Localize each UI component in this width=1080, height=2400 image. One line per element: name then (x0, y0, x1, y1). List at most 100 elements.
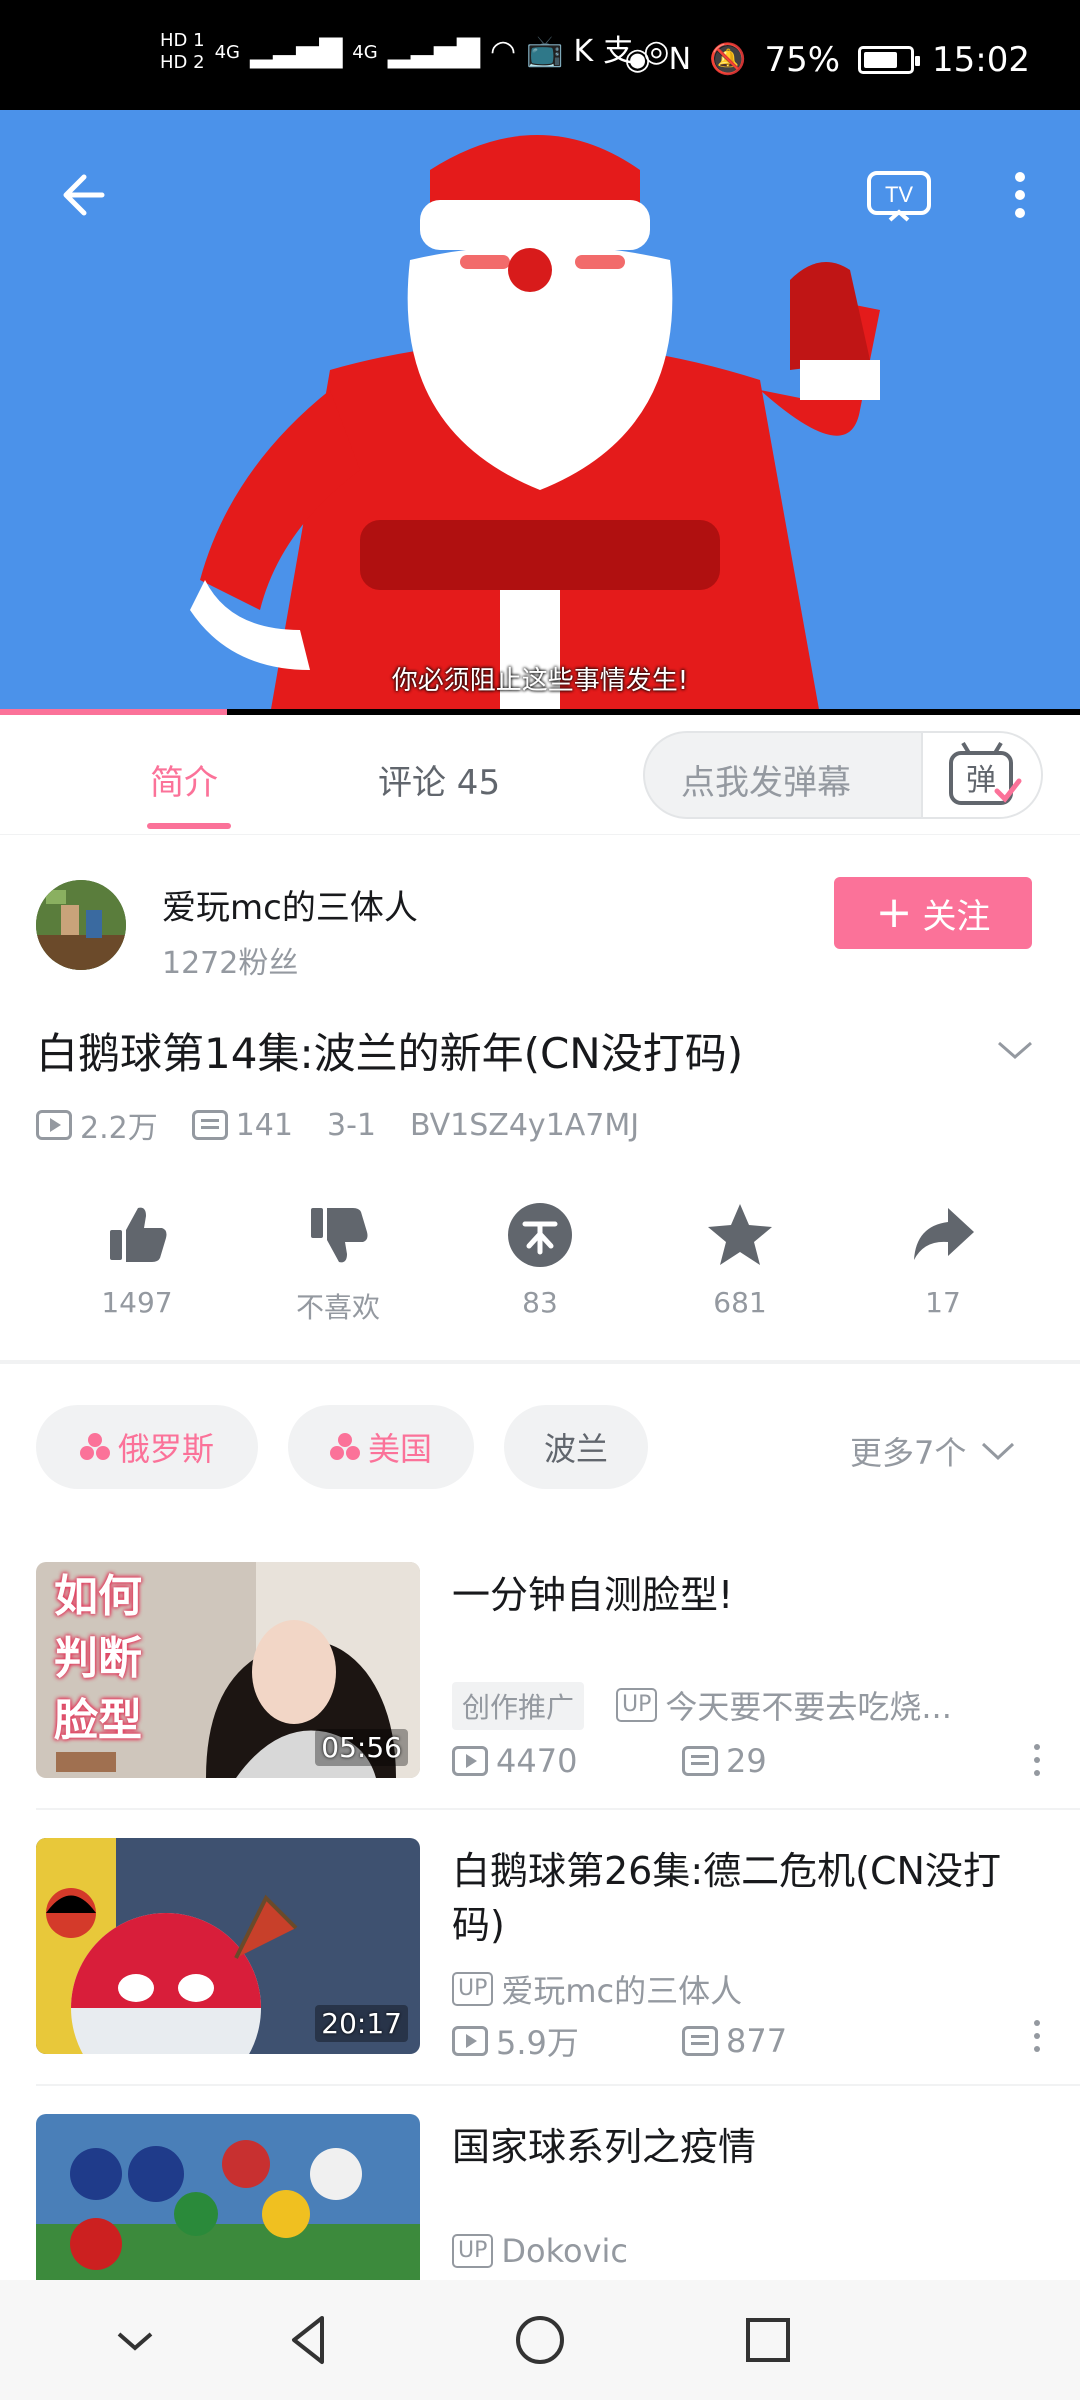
thumbnail-line-2: 判断 (54, 1633, 142, 1684)
star-icon (708, 1204, 772, 1265)
signal-icon: ▂▃▅▇ (249, 34, 343, 69)
share-arrow-icon (914, 1208, 974, 1260)
video-player[interactable]: 你必须阻止这些事情发生! TV (0, 110, 1080, 715)
hot-tag-icon (329, 1433, 360, 1461)
list-divider (36, 1808, 1080, 1810)
favorite-button[interactable]: 681 (670, 1200, 810, 1319)
coin-button[interactable]: 83 (470, 1200, 610, 1319)
mute-icon: 🔕 (709, 42, 747, 77)
danmaku-count: 29 (682, 1742, 912, 1780)
more-tags-label: 更多7个 (850, 1434, 967, 1472)
dislike-button[interactable]: 不喜欢 (268, 1200, 408, 1326)
recommended-video[interactable]: 如何 判断 脸型 05:56 一分钟自测脸型! 创作推广 UP 今天要不要去吃烧… (36, 1562, 1044, 1780)
thumbs-down-icon (311, 1208, 368, 1263)
recommended-video[interactable]: 20:17 白鹅球第26集:德二危机(CN没打码) UP 爱玩mc的三体人 5.… (36, 1838, 1044, 2062)
system-nav-bar (0, 2280, 1080, 2400)
uploader-fans: 1272粉丝 (162, 946, 299, 981)
battery-icon (858, 46, 921, 74)
tab-active-indicator (147, 823, 231, 829)
promo-badge: 创作推广 (452, 1682, 585, 1730)
uploader-name: 爱玩mc的三体人 (501, 1972, 743, 2010)
video-title: 白鹅球第14集:波兰的新年(CN没打码) (36, 1029, 744, 1078)
view-count: 5.9万 (452, 2018, 682, 2064)
sim2-label: HD 2 (160, 52, 205, 73)
home-circle-icon[interactable] (510, 2310, 570, 2370)
eye-icon: ◉ (624, 42, 651, 77)
uploader-name: 今天要不要去吃烧... (665, 1688, 952, 1726)
bilibili-tv-icon: 📺 (526, 34, 564, 69)
chevron-down-icon (982, 1442, 1015, 1461)
up-badge-icon: UP (452, 1972, 494, 2006)
uploader-avatar[interactable] (36, 880, 126, 970)
thumbnail-line-1: 如何 (54, 1571, 142, 1622)
section-divider (0, 1360, 1080, 1364)
more-vertical-icon[interactable] (1032, 2018, 1042, 2054)
recommended-video[interactable]: 国家球系列之疫情 UP Dokovic (36, 2114, 1044, 2280)
sim-labels: HD 1 HD 2 (160, 30, 205, 74)
sim1-label: HD 1 (160, 30, 205, 51)
coin-icon (508, 1203, 572, 1267)
back-arrow-icon[interactable] (50, 165, 110, 225)
more-vertical-icon[interactable] (1000, 165, 1040, 225)
thumbnail-line-3: 脸型 (54, 1695, 142, 1746)
danmaku-count: 141 (191, 1107, 293, 1143)
uploader-name[interactable]: 爱玩mc的三体人 (162, 880, 418, 929)
like-button[interactable]: 1497 (67, 1200, 207, 1319)
recommended-video-title: 白鹅球第26集:德二危机(CN没打码) (452, 1849, 1001, 1947)
wifi-icon: ◠ (489, 34, 517, 69)
view-count-value: 2.2万 (80, 1111, 158, 1146)
hide-keyboard-chevron-icon[interactable] (105, 2310, 165, 2370)
back-triangle-icon[interactable] (280, 2310, 340, 2370)
recommended-video-title: 一分钟自测脸型! (452, 1573, 734, 1617)
view-count: 4470 (452, 1742, 682, 1780)
danmaku-input[interactable]: 点我发弹幕 弹 (643, 731, 1043, 819)
uploader-row: UP 爱玩mc的三体人 (452, 1966, 742, 2012)
share-button[interactable]: 17 (873, 1200, 1013, 1319)
view-count-value: 4470 (496, 1742, 578, 1780)
favorite-count: 681 (713, 1286, 767, 1319)
danmaku-toggle-button[interactable]: 弹 (921, 733, 1041, 817)
thumbs-up-icon (110, 1207, 167, 1262)
more-tags-button[interactable]: 更多7个 (850, 1428, 1016, 1474)
cast-tv-icon[interactable]: TV (866, 170, 932, 224)
plus-icon: + (875, 887, 913, 938)
action-row: 1497 不喜欢 83 681 17 (0, 1200, 1080, 1340)
video-thumbnail[interactable] (36, 2114, 420, 2280)
nfc-icon: N (668, 42, 692, 77)
network-label-2: 4G (352, 41, 378, 63)
recents-square-icon[interactable] (738, 2310, 798, 2370)
video-thumbnail[interactable]: 如何 判断 脸型 05:56 (36, 1562, 420, 1778)
tag-usa[interactable]: 美国 (288, 1405, 474, 1489)
status-right: ◉ N 🔕 75% 15:02 (624, 40, 1030, 80)
follow-button[interactable]: + 关注 (834, 877, 1032, 949)
clock: 15:02 (932, 40, 1030, 80)
danmaku-button-label: 弹 (966, 763, 996, 798)
tab-comments[interactable]: 评论 45 (378, 755, 500, 804)
uploader-row: UP 今天要不要去吃烧... (616, 1682, 952, 1728)
video-stats: 4470 29 (452, 1742, 912, 1780)
dislike-label: 不喜欢 (295, 1291, 380, 1324)
video-stats: 5.9万 877 (452, 2018, 912, 2064)
network-label: 4G (214, 41, 240, 63)
tag-russia-label: 俄罗斯 (117, 1430, 214, 1468)
chevron-down-icon[interactable] (995, 1035, 1035, 1065)
tag-poland[interactable]: 波兰 (504, 1405, 648, 1489)
danmaku-count-icon (682, 2026, 718, 2056)
bvid: BV1SZ4y1A7MJ (409, 1107, 640, 1143)
more-vertical-icon[interactable] (1032, 1742, 1042, 1778)
up-badge-icon: UP (452, 2234, 494, 2268)
share-count: 17 (925, 1286, 961, 1319)
uploader-row: UP Dokovic (452, 2232, 628, 2270)
play-count-icon (452, 2026, 488, 2056)
video-thumbnail[interactable]: 20:17 (36, 1838, 420, 2054)
tag-russia[interactable]: 俄罗斯 (36, 1405, 258, 1489)
video-duration: 05:56 (315, 1729, 408, 1766)
video-duration: 20:17 (315, 2005, 408, 2042)
publish-date: 3-1 (326, 1107, 376, 1143)
danmaku-count-icon (682, 1746, 718, 1776)
danmaku-count-value: 141 (235, 1107, 293, 1143)
tab-intro[interactable]: 简介 (150, 755, 218, 804)
like-count: 1497 (101, 1286, 173, 1319)
video-subtitle: 你必须阻止这些事情发生! (391, 666, 689, 696)
danmaku-count-icon (191, 1110, 228, 1140)
